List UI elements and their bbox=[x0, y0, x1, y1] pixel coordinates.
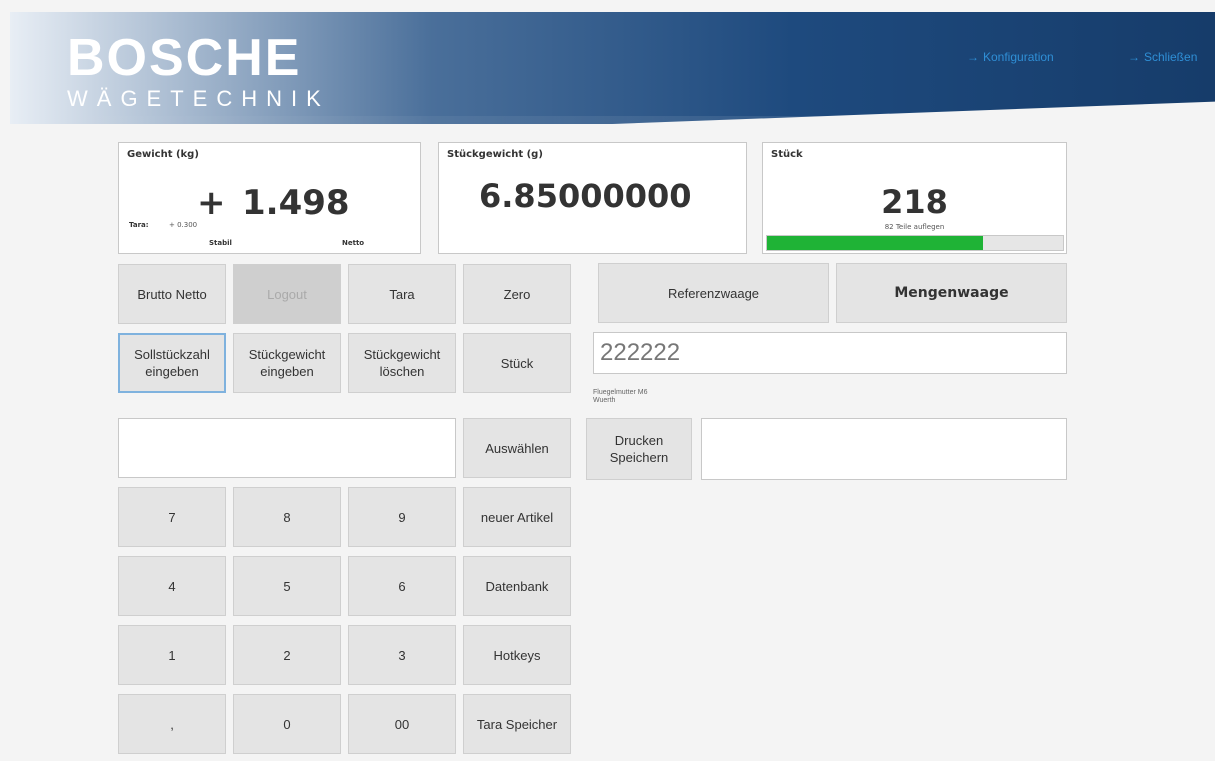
key-2[interactable]: 2 bbox=[233, 625, 341, 685]
key-1[interactable]: 1 bbox=[118, 625, 226, 685]
piece-weight-title: Stückgewicht (g) bbox=[447, 149, 543, 160]
tara-button[interactable]: Tara bbox=[348, 264, 456, 324]
stable-indicator: Stabil bbox=[209, 239, 232, 247]
logo-sub-text: WÄGETECHNIK bbox=[67, 86, 330, 111]
print-info-field[interactable] bbox=[701, 418, 1067, 480]
article-name: Fluegelmutter M6 bbox=[593, 389, 648, 396]
key-0[interactable]: 0 bbox=[233, 694, 341, 754]
count-panel: Stück 218 82 Teile auflegen bbox=[762, 142, 1067, 254]
key-6[interactable]: 6 bbox=[348, 556, 456, 616]
nav-link-configuration[interactable]: → Konfiguration bbox=[967, 50, 1054, 64]
app-header: BOSCHE WÄGETECHNIK → Konfiguration → Schli… bbox=[10, 12, 1215, 124]
arrow-right-icon: → bbox=[967, 50, 979, 64]
weight-value: 1.498 bbox=[242, 183, 350, 223]
referenzwaage-button[interactable]: Referenzwaage bbox=[598, 263, 829, 323]
key-comma[interactable]: , bbox=[118, 694, 226, 754]
article-selection-input[interactable] bbox=[118, 418, 456, 478]
tare-value: + 0.300 bbox=[169, 221, 198, 229]
hotkeys-button[interactable]: Hotkeys bbox=[463, 625, 571, 685]
key-3[interactable]: 3 bbox=[348, 625, 456, 685]
stueckgewicht-eingeben-button[interactable]: Stückgewicht eingeben bbox=[233, 333, 341, 393]
nav-link-label: Konfiguration bbox=[983, 50, 1054, 64]
key-4[interactable]: 4 bbox=[118, 556, 226, 616]
article-vendor: Wuerth bbox=[593, 397, 616, 404]
logout-button[interactable]: Logout bbox=[233, 264, 341, 324]
bosche-logo: BOSCHE WÄGETECHNIK bbox=[67, 32, 330, 112]
key-8[interactable]: 8 bbox=[233, 487, 341, 547]
key-00[interactable]: 00 bbox=[348, 694, 456, 754]
drucken-speichern-button[interactable]: Drucken Speichern bbox=[586, 418, 692, 480]
piece-weight-panel: Stückgewicht (g) 6.85000000 bbox=[438, 142, 747, 254]
key-9[interactable]: 9 bbox=[348, 487, 456, 547]
count-value: 218 bbox=[881, 183, 948, 221]
reference-count-value: 222222 bbox=[600, 339, 681, 366]
datenbank-button[interactable]: Datenbank bbox=[463, 556, 571, 616]
count-progress-fill bbox=[767, 236, 984, 250]
weight-title: Gewicht (kg) bbox=[127, 149, 199, 160]
tare-label: Tara: bbox=[129, 221, 149, 229]
mengenwaage-button[interactable]: Mengenwaage bbox=[836, 263, 1067, 323]
count-hint: 82 Teile auflegen bbox=[884, 223, 945, 231]
nav-link-label: Schließen bbox=[1144, 50, 1198, 64]
count-title: Stück bbox=[771, 149, 803, 160]
weight-sign: + bbox=[197, 183, 226, 223]
brutto-netto-button[interactable]: Brutto Netto bbox=[118, 264, 226, 324]
netto-indicator: Netto bbox=[342, 239, 365, 247]
zero-button[interactable]: Zero bbox=[463, 264, 571, 324]
piece-weight-value: 6.85000000 bbox=[479, 177, 692, 215]
tara-speicher-button[interactable]: Tara Speicher bbox=[463, 694, 571, 754]
auswaehlen-button[interactable]: Auswählen bbox=[463, 418, 571, 478]
reference-count-field[interactable]: 222222 bbox=[593, 332, 1067, 374]
logo-main-text: BOSCHE bbox=[67, 29, 302, 87]
nav-link-close[interactable]: → Schließen bbox=[1128, 50, 1197, 64]
stueck-button[interactable]: Stück bbox=[463, 333, 571, 393]
arrow-right-icon: → bbox=[1128, 50, 1140, 64]
weight-panel: Gewicht (kg) + 1.498 Tara: + 0.300 Stabi… bbox=[118, 142, 421, 254]
count-progress-bar bbox=[766, 235, 1064, 251]
sollstueckzahl-button[interactable]: Sollstückzahl eingeben bbox=[118, 333, 226, 393]
key-7[interactable]: 7 bbox=[118, 487, 226, 547]
key-5[interactable]: 5 bbox=[233, 556, 341, 616]
stueckgewicht-loeschen-button[interactable]: Stückgewicht löschen bbox=[348, 333, 456, 393]
neuer-artikel-button[interactable]: neuer Artikel bbox=[463, 487, 571, 547]
